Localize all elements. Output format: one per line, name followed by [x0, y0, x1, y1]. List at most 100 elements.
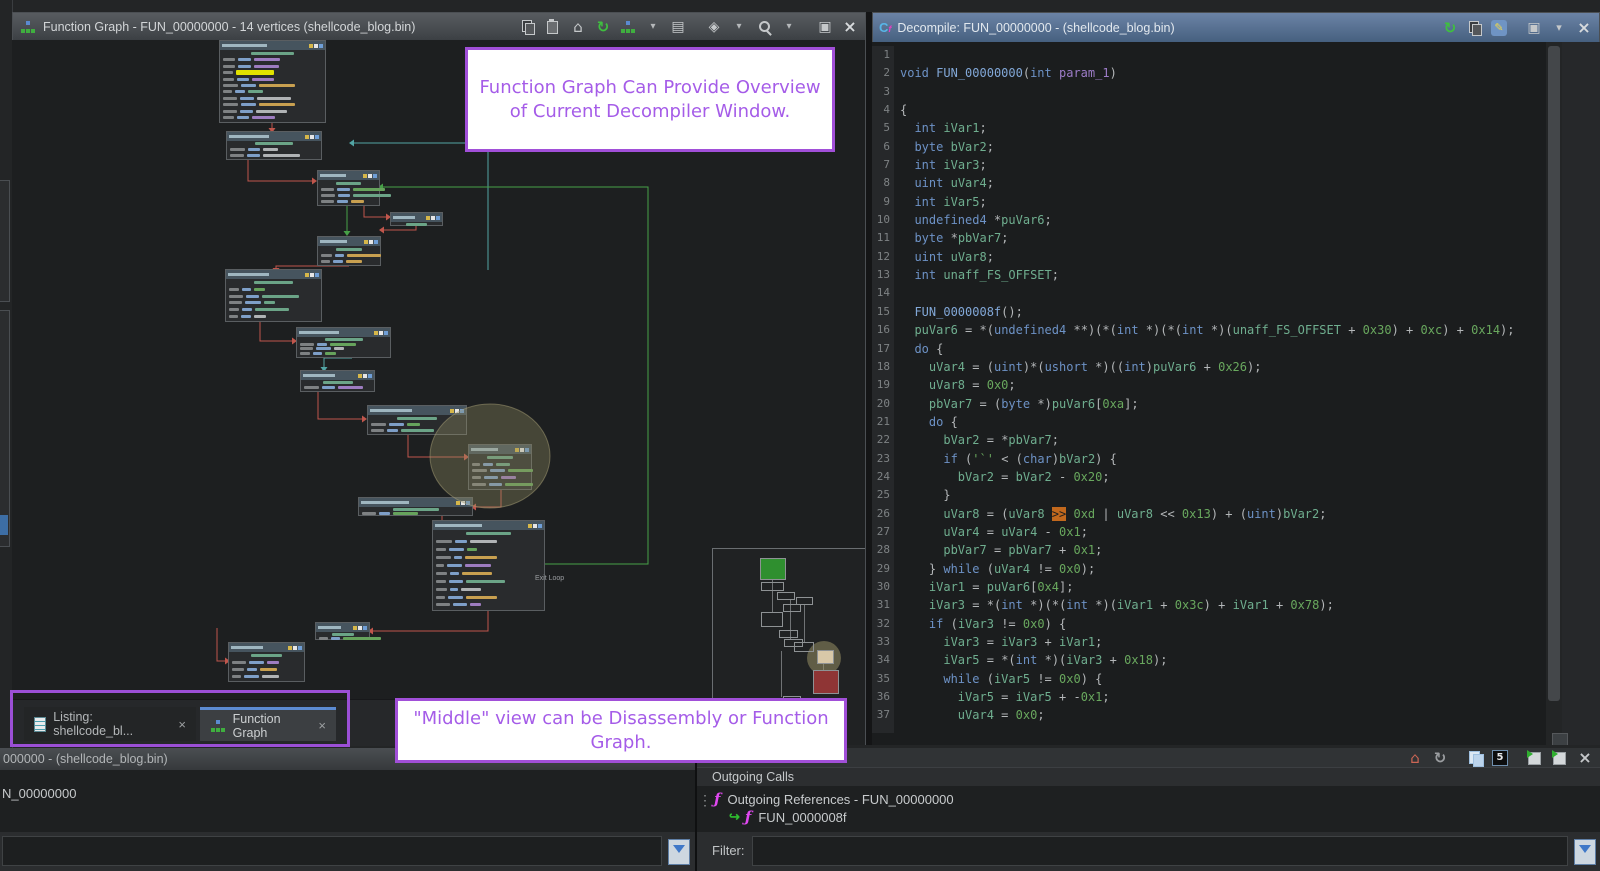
tree-row-outgoing-references[interactable]: ƒ Outgoing References - FUN_00000000 [714, 790, 954, 808]
copy-icon[interactable] [1466, 19, 1484, 37]
code-line[interactable]: iVar5 = iVar5 + -0x1; [900, 688, 1540, 706]
satellite-node [761, 612, 783, 627]
decompiler-scrollbar[interactable] [1546, 42, 1562, 745]
paste-icon[interactable] [544, 18, 562, 36]
home-icon[interactable]: ⌂ [1406, 749, 1424, 767]
graph-node[interactable] [226, 131, 322, 160]
outgoing-filter-input[interactable] [752, 836, 1568, 866]
graph-node[interactable] [317, 236, 381, 266]
left-filter-input[interactable] [2, 836, 662, 866]
code-line[interactable] [900, 284, 1540, 302]
code-line[interactable]: uVar4 = (uint)*(ushort *)((int)puVar6 + … [900, 358, 1540, 376]
graph-node[interactable] [390, 212, 443, 226]
code-line[interactable]: uVar8 = (uVar8 >> 0xd | uVar8 << 0x13) +… [900, 505, 1540, 523]
code-line[interactable]: puVar6 = *(undefined4 **)(*(int *)(*(int… [900, 321, 1540, 339]
graph-node[interactable] [432, 520, 545, 611]
line-number: 7 [872, 156, 890, 174]
tree-row-label: FUN_0000008f [758, 810, 846, 825]
refresh-icon[interactable]: ↻ [1431, 749, 1449, 767]
home-icon[interactable]: ⌂ [569, 18, 587, 36]
graph-node[interactable] [358, 497, 473, 516]
code-line[interactable]: do { [900, 340, 1540, 358]
line-number: 25 [872, 486, 890, 504]
outgoing-calls-header: Outgoing Calls [712, 770, 794, 784]
snapshot-icon[interactable]: ▣ [1525, 19, 1543, 37]
refresh-icon[interactable]: ↻ [594, 18, 612, 36]
code-line[interactable]: undefined4 *puVar6; [900, 211, 1540, 229]
graph-node[interactable] [315, 622, 370, 640]
relayout-dropdown-icon[interactable]: ▾ [644, 18, 662, 36]
outgoing-filter-icon[interactable] [1574, 839, 1596, 865]
code-line[interactable]: iVar3 = *(int *)(*(int *)(iVar1 + 0x3c) … [900, 596, 1540, 614]
code-line[interactable]: iVar5 = *(int *)(iVar3 + 0x18); [900, 651, 1540, 669]
code-line[interactable]: byte *pbVar7; [900, 229, 1540, 247]
code-line[interactable]: uint uVar8; [900, 248, 1540, 266]
scrollbar-corner[interactable] [1552, 733, 1568, 745]
left-filter-icon[interactable] [668, 839, 690, 865]
graph-node[interactable] [367, 405, 467, 435]
code-line[interactable]: if (iVar3 != 0x0) { [900, 615, 1540, 633]
close-icon[interactable]: × [1575, 19, 1593, 37]
edit-icon[interactable]: ✎ [1491, 20, 1507, 36]
code-line[interactable] [900, 46, 1540, 64]
copy-icon[interactable] [519, 18, 537, 36]
graph-node[interactable] [228, 642, 305, 682]
refresh-icon[interactable]: ↻ [1441, 19, 1459, 37]
function-graph-titlebar[interactable]: Function Graph - FUN_00000000 - 14 verti… [13, 13, 865, 41]
tree-row-fun-0000008f[interactable]: ↪ ƒ FUN_0000008f [729, 808, 847, 826]
graph-node[interactable] [300, 370, 375, 392]
code-line[interactable]: uVar8 = 0x0; [900, 376, 1540, 394]
decompiler-code-area[interactable]: 1234567891011121314151617181920212223242… [872, 42, 1600, 745]
close-icon[interactable]: × [841, 18, 859, 36]
relayout-icon[interactable] [619, 18, 637, 36]
left-edge-blue-icon[interactable] [0, 515, 8, 535]
code-line[interactable]: } while (uVar4 != 0x0); [900, 560, 1540, 578]
code-line[interactable]: uVar4 = uVar4 - 0x1; [900, 523, 1540, 541]
close-icon[interactable]: × [1576, 749, 1594, 767]
code-line[interactable]: int iVar3; [900, 156, 1540, 174]
scrollbar-thumb[interactable] [1548, 46, 1560, 701]
reset-view-icon[interactable]: ◈ [705, 18, 723, 36]
code-line[interactable]: bVar2 = bVar2 - 0x20; [900, 468, 1540, 486]
block-view-icon[interactable]: ▤ [669, 18, 687, 36]
code-line[interactable]: iVar1 = puVar6[0x4]; [900, 578, 1540, 596]
code-line[interactable]: { [900, 101, 1540, 119]
snapshot-icon[interactable]: ▣ [816, 18, 834, 36]
code-line[interactable]: iVar3 = iVar3 + iVar1; [900, 633, 1540, 651]
code-line[interactable]: do { [900, 413, 1540, 431]
code-line[interactable]: int unaff_FS_OFFSET; [900, 266, 1540, 284]
code-line[interactable]: byte bVar2; [900, 138, 1540, 156]
import-selection-icon[interactable] [1551, 749, 1569, 767]
reset-dropdown-icon[interactable]: ▾ [730, 18, 748, 36]
decompiled-source[interactable]: void FUN_00000000(int param_1) { int iVa… [900, 46, 1540, 725]
function-tree-item[interactable]: N_00000000 [2, 786, 76, 801]
code-line[interactable]: } [900, 486, 1540, 504]
left-edge-subpanel2 [0, 310, 10, 547]
code-line[interactable]: FUN_0000008f(); [900, 303, 1540, 321]
code-line[interactable]: int iVar5; [900, 193, 1540, 211]
code-line[interactable]: uVar4 = 0x0; [900, 706, 1540, 724]
code-line[interactable] [900, 83, 1540, 101]
code-line[interactable]: if ('`' < (char)bVar2) { [900, 450, 1540, 468]
code-line[interactable]: uint uVar4; [900, 174, 1540, 192]
graph-node[interactable] [296, 327, 391, 358]
dropdown-icon[interactable]: ▾ [1550, 19, 1568, 37]
function-f-icon: ƒ [745, 808, 751, 826]
graph-node[interactable] [225, 269, 322, 322]
code-line[interactable]: bVar2 = *pbVar7; [900, 431, 1540, 449]
code-line[interactable]: while (iVar5 != 0x0) { [900, 670, 1540, 688]
graph-node[interactable] [468, 444, 532, 490]
magnifier-dropdown-icon[interactable]: ▾ [780, 18, 798, 36]
count-badge[interactable]: 5 [1492, 750, 1508, 766]
decompile-titlebar[interactable]: Cf Decompile: FUN_00000000 - (shellcode_… [873, 13, 1599, 43]
code-line[interactable]: pbVar7 = (byte *)puVar6[0xa]; [900, 395, 1540, 413]
graph-node[interactable] [219, 40, 326, 123]
magnifier-icon[interactable] [755, 18, 773, 36]
code-line[interactable]: void FUN_00000000(int param_1) [900, 64, 1540, 82]
code-line[interactable]: pbVar7 = pbVar7 + 0x1; [900, 541, 1540, 559]
graph-node[interactable] [317, 170, 380, 206]
drag-handle[interactable]: ⋮ [698, 792, 712, 809]
code-line[interactable]: int iVar1; [900, 119, 1540, 137]
pages-icon[interactable] [1467, 749, 1485, 767]
import-icon[interactable] [1526, 749, 1544, 767]
